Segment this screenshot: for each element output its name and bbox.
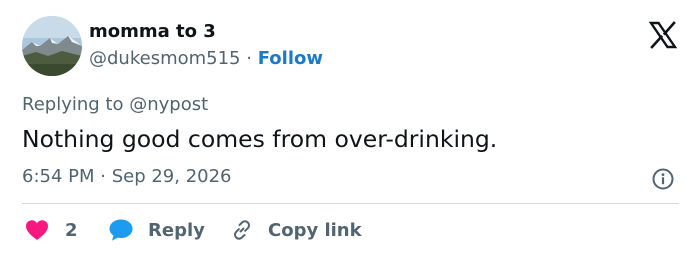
copy-link-label: Copy link bbox=[268, 219, 362, 241]
divider bbox=[22, 203, 679, 204]
author-display-name[interactable]: momma to 3 bbox=[89, 21, 216, 42]
speech-bubble-icon bbox=[108, 218, 134, 242]
reply-context-mention[interactable]: @nypost bbox=[129, 94, 208, 115]
reply-context: Replying to @nypost bbox=[22, 94, 208, 115]
author-handle-row: @dukesmom515 · Follow bbox=[89, 48, 323, 69]
tweet-text: Nothing good comes from over-drinking. bbox=[22, 125, 498, 153]
x-logo-icon[interactable] bbox=[648, 20, 678, 50]
avatar-image bbox=[22, 16, 82, 76]
author-handle[interactable]: @dukesmom515 bbox=[89, 48, 241, 69]
avatar[interactable] bbox=[22, 16, 82, 76]
reply-button[interactable]: Reply bbox=[108, 216, 205, 244]
reply-label: Reply bbox=[148, 219, 205, 241]
heart-icon bbox=[25, 219, 49, 241]
tweet-timestamp[interactable]: 6:54 PM · Sep 29, 2026 bbox=[22, 166, 232, 187]
separator-dot: · bbox=[246, 48, 252, 69]
like-count: 2 bbox=[65, 219, 78, 241]
link-icon bbox=[230, 218, 254, 242]
copy-link-button[interactable]: Copy link bbox=[230, 216, 362, 244]
info-icon[interactable] bbox=[651, 167, 675, 191]
like-button[interactable]: 2 bbox=[25, 216, 78, 244]
follow-button[interactable]: Follow bbox=[258, 48, 323, 69]
reply-context-prefix: Replying to bbox=[22, 94, 130, 115]
